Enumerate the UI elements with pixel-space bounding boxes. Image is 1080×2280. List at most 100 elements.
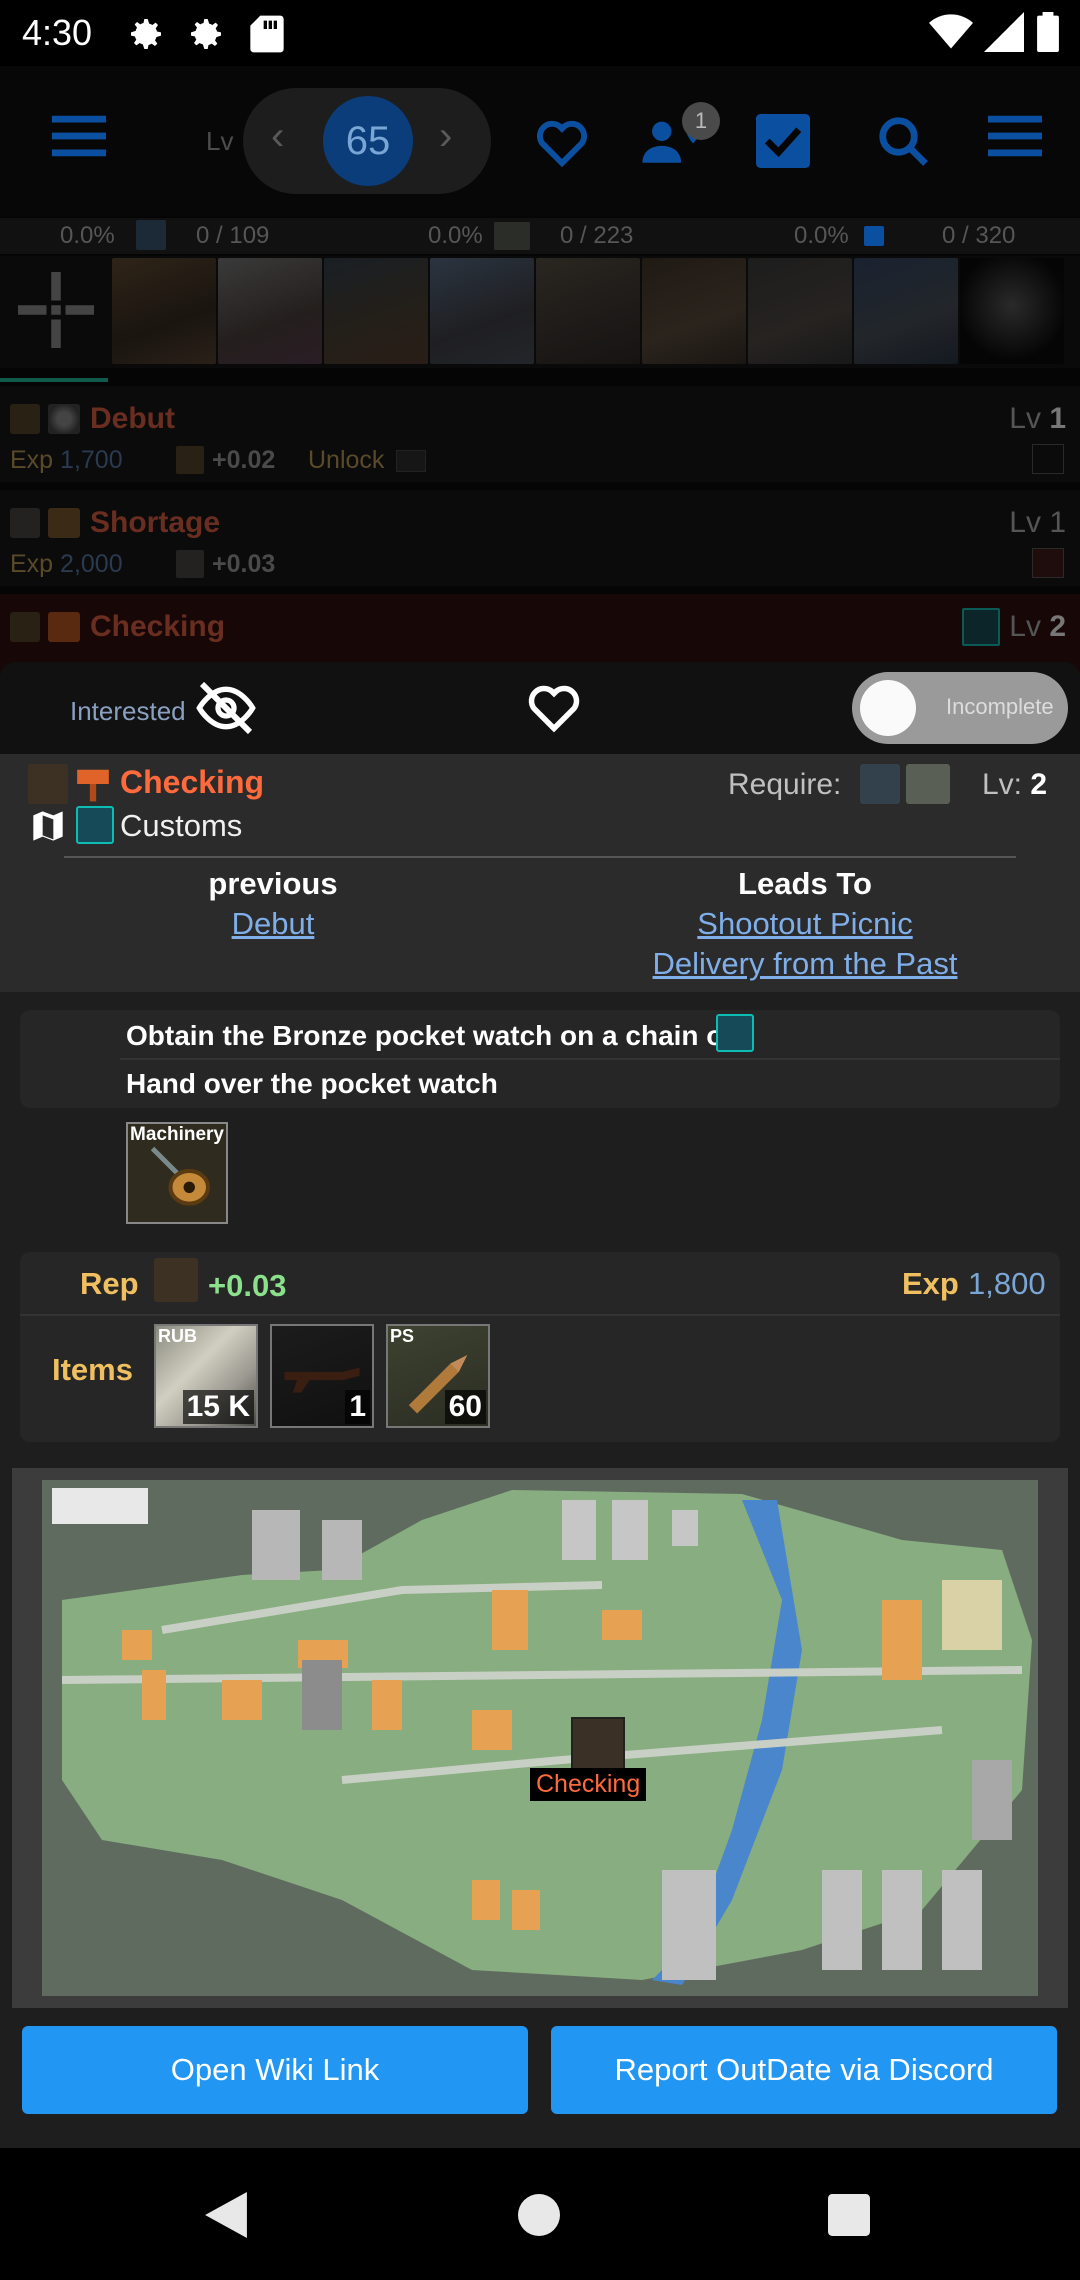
recents-icon[interactable] bbox=[828, 2194, 870, 2236]
checkbox-icon[interactable] bbox=[756, 114, 810, 168]
trader-icon bbox=[136, 220, 166, 250]
stat-percent-1: 0.0% bbox=[60, 222, 115, 249]
map-icon[interactable] bbox=[32, 810, 64, 842]
quest-unlock: Unlock bbox=[308, 446, 385, 474]
trader-portrait-therapist[interactable] bbox=[218, 258, 322, 364]
quest-level: Lv 2 bbox=[1009, 610, 1066, 643]
stat-percent-2: 0.0% bbox=[428, 222, 483, 249]
settings-icon bbox=[131, 19, 161, 49]
location-icon bbox=[716, 1014, 754, 1052]
trader-icon bbox=[154, 1258, 198, 1302]
wifi-icon bbox=[929, 14, 974, 49]
quest-rep: +0.02 bbox=[212, 446, 276, 474]
system-nav-bar bbox=[0, 2148, 1080, 2280]
item-quantity: 15 K bbox=[182, 1390, 254, 1424]
quest-name: Checking bbox=[90, 610, 226, 643]
map-marker-label: Checking bbox=[530, 1768, 647, 1801]
report-outdate-button[interactable]: Report OutDate via Discord bbox=[551, 2026, 1057, 2114]
required-trader-icon bbox=[860, 764, 900, 804]
previous-quest-link[interactable]: Debut bbox=[0, 906, 546, 942]
trader-icon bbox=[10, 612, 40, 642]
trader-rep-icon bbox=[176, 550, 204, 578]
quest-checkbox[interactable] bbox=[1032, 444, 1064, 474]
home-icon[interactable] bbox=[518, 2194, 560, 2236]
trader-icon bbox=[10, 508, 40, 538]
level-selector: ‹ 65 › bbox=[243, 88, 491, 194]
item-tag: RUB bbox=[158, 1326, 197, 1346]
quest-name: Debut bbox=[90, 402, 175, 435]
trader-portrait-unknown[interactable] bbox=[960, 258, 1064, 364]
background-app: Lv ‹ 65 › 1 0.0% 0 / 109 0.0% 0 / 223 0.… bbox=[0, 66, 1080, 690]
rep-label: Rep bbox=[80, 1266, 139, 1301]
completion-toggle[interactable]: Incomplete bbox=[852, 672, 1068, 744]
reward-item-rifle[interactable]: 1 bbox=[270, 1324, 374, 1428]
quest-row-debut[interactable]: Debut Lv 1 Exp 1,700 +0.02 Unlock bbox=[0, 386, 1080, 482]
leads-to-link-1[interactable]: Shootout Picnic bbox=[540, 906, 1070, 942]
required-item[interactable]: Machinery bbox=[126, 1122, 228, 1224]
menu-icon-right[interactable] bbox=[988, 114, 1042, 158]
items-label: Items bbox=[52, 1352, 133, 1387]
chevron-left-icon[interactable]: ‹ bbox=[271, 114, 284, 159]
stat-percent-3: 0.0% bbox=[794, 222, 849, 249]
open-wiki-button[interactable]: Open Wiki Link bbox=[22, 2026, 528, 2114]
search-icon[interactable] bbox=[876, 114, 930, 168]
system-icons bbox=[929, 12, 1060, 57]
trader-portrait-ragman[interactable] bbox=[748, 258, 852, 364]
quest-location: Customs bbox=[120, 808, 243, 843]
trader-rep-icon bbox=[176, 446, 204, 474]
require-label: Require: bbox=[728, 768, 842, 801]
trader-portrait-skier[interactable] bbox=[430, 258, 534, 364]
level-value: 65 bbox=[323, 96, 413, 186]
check-small-icon bbox=[864, 226, 884, 246]
quest-map[interactable] bbox=[12, 1468, 1068, 2008]
quest-header: Checking Customs Require: Lv: 2 previous… bbox=[0, 754, 1080, 992]
battery-icon bbox=[1037, 12, 1059, 52]
tab-underline bbox=[0, 378, 108, 382]
sheet-toolbar: Interested Incomplete bbox=[0, 662, 1080, 754]
notification-badge: 1 bbox=[682, 102, 720, 140]
location-icon bbox=[962, 608, 1000, 646]
top-nav: Lv ‹ 65 › 1 bbox=[0, 66, 1080, 216]
menu-icon[interactable] bbox=[52, 114, 106, 158]
trader-portrait-fence[interactable] bbox=[324, 258, 428, 364]
hideout-icon bbox=[494, 222, 530, 250]
trader-portraits bbox=[0, 256, 1080, 368]
heart-outline-icon[interactable] bbox=[532, 114, 592, 168]
item-quantity: 1 bbox=[345, 1390, 370, 1424]
trader-portrait-peacekeeper[interactable] bbox=[536, 258, 640, 364]
chevron-right-icon[interactable]: › bbox=[439, 114, 452, 159]
exp-label: Exp bbox=[902, 1266, 959, 1301]
favorite-icon[interactable] bbox=[524, 678, 584, 734]
leads-to-title: Leads To bbox=[738, 866, 872, 901]
item-quantity: 60 bbox=[444, 1390, 486, 1424]
leads-to-link-2[interactable]: Delivery from the Past bbox=[540, 946, 1070, 982]
signal-icon bbox=[983, 12, 1024, 52]
reward-item-ammo[interactable]: PS 60 bbox=[386, 1324, 490, 1428]
reward-item-roubles[interactable]: RUB 15 K bbox=[154, 1324, 258, 1428]
stat-count-2: 0 / 223 bbox=[560, 222, 634, 249]
quest-row-shortage[interactable]: Shortage Lv 1 Exp 2,000 +0.03 bbox=[0, 490, 1080, 586]
quest-title: Checking bbox=[120, 764, 265, 800]
rep-value: +0.03 bbox=[208, 1268, 287, 1303]
customs-map-image[interactable] bbox=[42, 1480, 1038, 1996]
location-icon bbox=[76, 806, 114, 844]
quest-item-box bbox=[1032, 548, 1064, 578]
status-bar: 4:30 bbox=[0, 0, 1080, 66]
trader-portrait-jaeger[interactable] bbox=[854, 258, 958, 364]
crosshair-icon[interactable] bbox=[18, 272, 94, 348]
trader-portrait-prapor[interactable] bbox=[112, 258, 216, 364]
back-icon[interactable] bbox=[204, 2192, 248, 2238]
previous-title: previous bbox=[208, 866, 338, 901]
divider bbox=[120, 1058, 1060, 1060]
divider bbox=[20, 1314, 1060, 1316]
objectives-list: Obtain the Bronze pocket watch on a chai… bbox=[20, 1010, 1060, 1108]
eye-off-icon[interactable] bbox=[194, 676, 258, 740]
interested-label: Interested bbox=[70, 696, 186, 726]
sign-icon bbox=[48, 612, 80, 642]
quest-name: Shortage bbox=[90, 506, 221, 539]
required-item-icon bbox=[906, 764, 950, 804]
status-time: 4:30 bbox=[22, 12, 93, 53]
trader-portrait-mechanic[interactable] bbox=[642, 258, 746, 364]
quest-level: Lv 1 bbox=[1009, 506, 1066, 539]
quest-level: Lv: 2 bbox=[982, 768, 1048, 801]
